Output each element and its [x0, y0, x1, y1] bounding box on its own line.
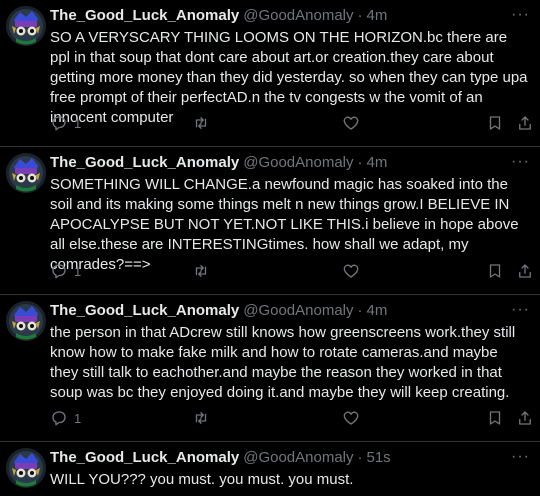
like-button[interactable]: [342, 409, 360, 427]
tweet-text: SO A VERYSCARY THING LOOMS ON THE HORIZO…: [50, 29, 528, 126]
tweet[interactable]: The_Good_Luck_Anomaly @GoodAnomaly · 4m …: [0, 295, 540, 442]
reply-icon: [52, 264, 66, 279]
retweet-icon: [195, 117, 207, 129]
like-button[interactable]: [342, 262, 360, 280]
retweet-icon: [195, 265, 207, 277]
display-name[interactable]: The_Good_Luck_Anomaly: [50, 153, 239, 173]
action-bar: 1: [50, 409, 534, 429]
share-icon: [519, 411, 531, 425]
bookmark-button[interactable]: [486, 262, 504, 280]
display-name[interactable]: The_Good_Luck_Anomaly: [50, 6, 239, 26]
separator: ·: [357, 449, 363, 466]
timestamp[interactable]: 4m: [367, 6, 388, 26]
timestamp[interactable]: 4m: [367, 301, 388, 321]
reply-icon: [52, 411, 66, 426]
avatar[interactable]: [6, 6, 46, 46]
timestamp[interactable]: 51s: [367, 448, 391, 468]
display-name[interactable]: The_Good_Luck_Anomaly: [50, 448, 239, 468]
reply-count: 1: [74, 410, 82, 426]
retweet-button[interactable]: [192, 409, 210, 427]
separator: ·: [357, 154, 363, 171]
separator: ·: [357, 7, 363, 24]
action-bar: 1: [50, 262, 534, 282]
reply-icon: [52, 116, 66, 131]
like-button[interactable]: [342, 114, 360, 132]
avatar[interactable]: [6, 448, 46, 488]
share-button[interactable]: [516, 409, 534, 427]
heart-icon: [343, 264, 359, 278]
bookmark-button[interactable]: [486, 409, 504, 427]
bookmark-icon: [489, 411, 501, 425]
handle[interactable]: @GoodAnomaly: [243, 448, 353, 468]
bookmark-icon: [489, 264, 501, 278]
timestamp[interactable]: 4m: [367, 153, 388, 173]
retweet-icon: [195, 412, 207, 424]
reply-button[interactable]: 1: [50, 114, 81, 132]
tweet[interactable]: The_Good_Luck_Anomaly @GoodAnomaly · 51s…: [0, 442, 540, 496]
tweet-text: SOMETHING WILL CHANGE.a newfound magic h…: [50, 176, 519, 273]
reply-button[interactable]: 1: [50, 409, 81, 427]
share-icon: [519, 264, 531, 278]
bookmark-icon: [489, 116, 501, 130]
handle[interactable]: @GoodAnomaly: [243, 301, 353, 321]
heart-icon: [343, 116, 359, 130]
tweet-text: the person in that ADcrew still knows ho…: [50, 324, 516, 401]
display-name[interactable]: The_Good_Luck_Anomaly: [50, 301, 239, 321]
share-icon: [519, 116, 531, 130]
share-button[interactable]: [516, 262, 534, 280]
reply-count: 1: [74, 263, 82, 279]
bookmark-button[interactable]: [486, 114, 504, 132]
separator: ·: [357, 302, 363, 319]
avatar[interactable]: [6, 153, 46, 193]
tweet[interactable]: The_Good_Luck_Anomaly @GoodAnomaly · 4m …: [0, 147, 540, 295]
more-options-icon[interactable]: ···: [511, 448, 530, 466]
share-button[interactable]: [516, 114, 534, 132]
action-bar: 1: [50, 114, 534, 134]
retweet-button[interactable]: [192, 114, 210, 132]
tweet-text: WILL YOU??? you must. you must. you must…: [50, 471, 354, 488]
heart-icon: [343, 411, 359, 425]
more-options-icon[interactable]: ···: [511, 6, 530, 24]
more-options-icon[interactable]: ···: [511, 301, 530, 319]
tweet[interactable]: The_Good_Luck_Anomaly @GoodAnomaly · 4m …: [0, 0, 540, 147]
avatar[interactable]: [6, 301, 46, 341]
reply-button[interactable]: 1: [50, 262, 81, 280]
retweet-button[interactable]: [192, 262, 210, 280]
handle[interactable]: @GoodAnomaly: [243, 153, 353, 173]
handle[interactable]: @GoodAnomaly: [243, 6, 353, 26]
reply-count: 1: [74, 115, 82, 131]
more-options-icon[interactable]: ···: [511, 153, 530, 171]
